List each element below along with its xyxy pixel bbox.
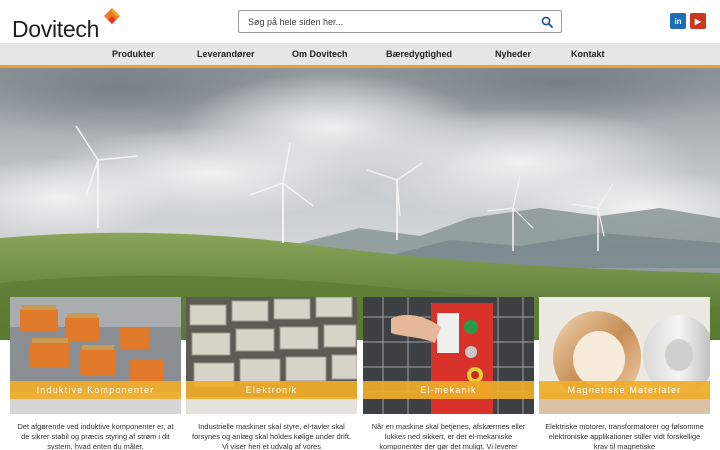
card-description: Industrielle maskiner skal styre, el-tav… (192, 422, 351, 450)
youtube-icon[interactable]: ▶ (690, 13, 706, 29)
card-description: Det afgørende ved induktive komponenter … (17, 422, 174, 450)
logo[interactable]: Dovitech (12, 6, 122, 42)
nav-item-baeredygtighed[interactable]: Bæredygtighed (386, 43, 452, 65)
nav-item-kontakt[interactable]: Kontakt (571, 43, 605, 65)
category-card-el-mekanik[interactable]: El-mekanik Når en maskine skal betjenes,… (363, 297, 534, 450)
header: Dovitech in ▶ (0, 0, 720, 43)
search-icon[interactable] (541, 16, 553, 28)
category-card-induktive-komponenter[interactable]: Induktive Komponenter Det afgørende ved … (10, 297, 181, 450)
card-title: El-mekanik (363, 381, 534, 399)
card-image-el-mekanik: El-mekanik (363, 297, 534, 414)
search-box (238, 10, 562, 33)
logo-mark-icon (104, 8, 120, 24)
logo-text: Dovitech (12, 16, 100, 42)
category-card-magnetiske-materialer[interactable]: Magnetiske Materialer Elektriske motorer… (539, 297, 710, 450)
card-description: Elektriske motorer, transformatorer og f… (545, 422, 704, 450)
search-input[interactable] (248, 13, 528, 31)
page: Dovitech in ▶ Produkter Leverandører Om … (0, 0, 720, 450)
card-image-induktive-komponenter: Induktive Komponenter (10, 297, 181, 414)
card-title: Induktive Komponenter (10, 381, 181, 399)
card-title: Magnetiske Materialer (539, 381, 710, 399)
category-card-elektronik[interactable]: Elektronik Industrielle maskiner skal st… (186, 297, 357, 450)
card-image-magnetiske-materialer: Magnetiske Materialer (539, 297, 710, 414)
card-image-elektronik: Elektronik (186, 297, 357, 414)
nav-item-nyheder[interactable]: Nyheder (495, 43, 531, 65)
card-title: Elektronik (186, 381, 357, 399)
nav-item-om-dovitech[interactable]: Om Dovitech (292, 43, 348, 65)
nav-item-leverandoerer[interactable]: Leverandører (197, 43, 255, 65)
nav-item-produkter[interactable]: Produkter (112, 43, 155, 65)
linkedin-icon[interactable]: in (670, 13, 686, 29)
main-nav: Produkter Leverandører Om Dovitech Bæred… (0, 43, 720, 65)
card-description: Når en maskine skal betjenes, afskærmes … (371, 422, 526, 450)
